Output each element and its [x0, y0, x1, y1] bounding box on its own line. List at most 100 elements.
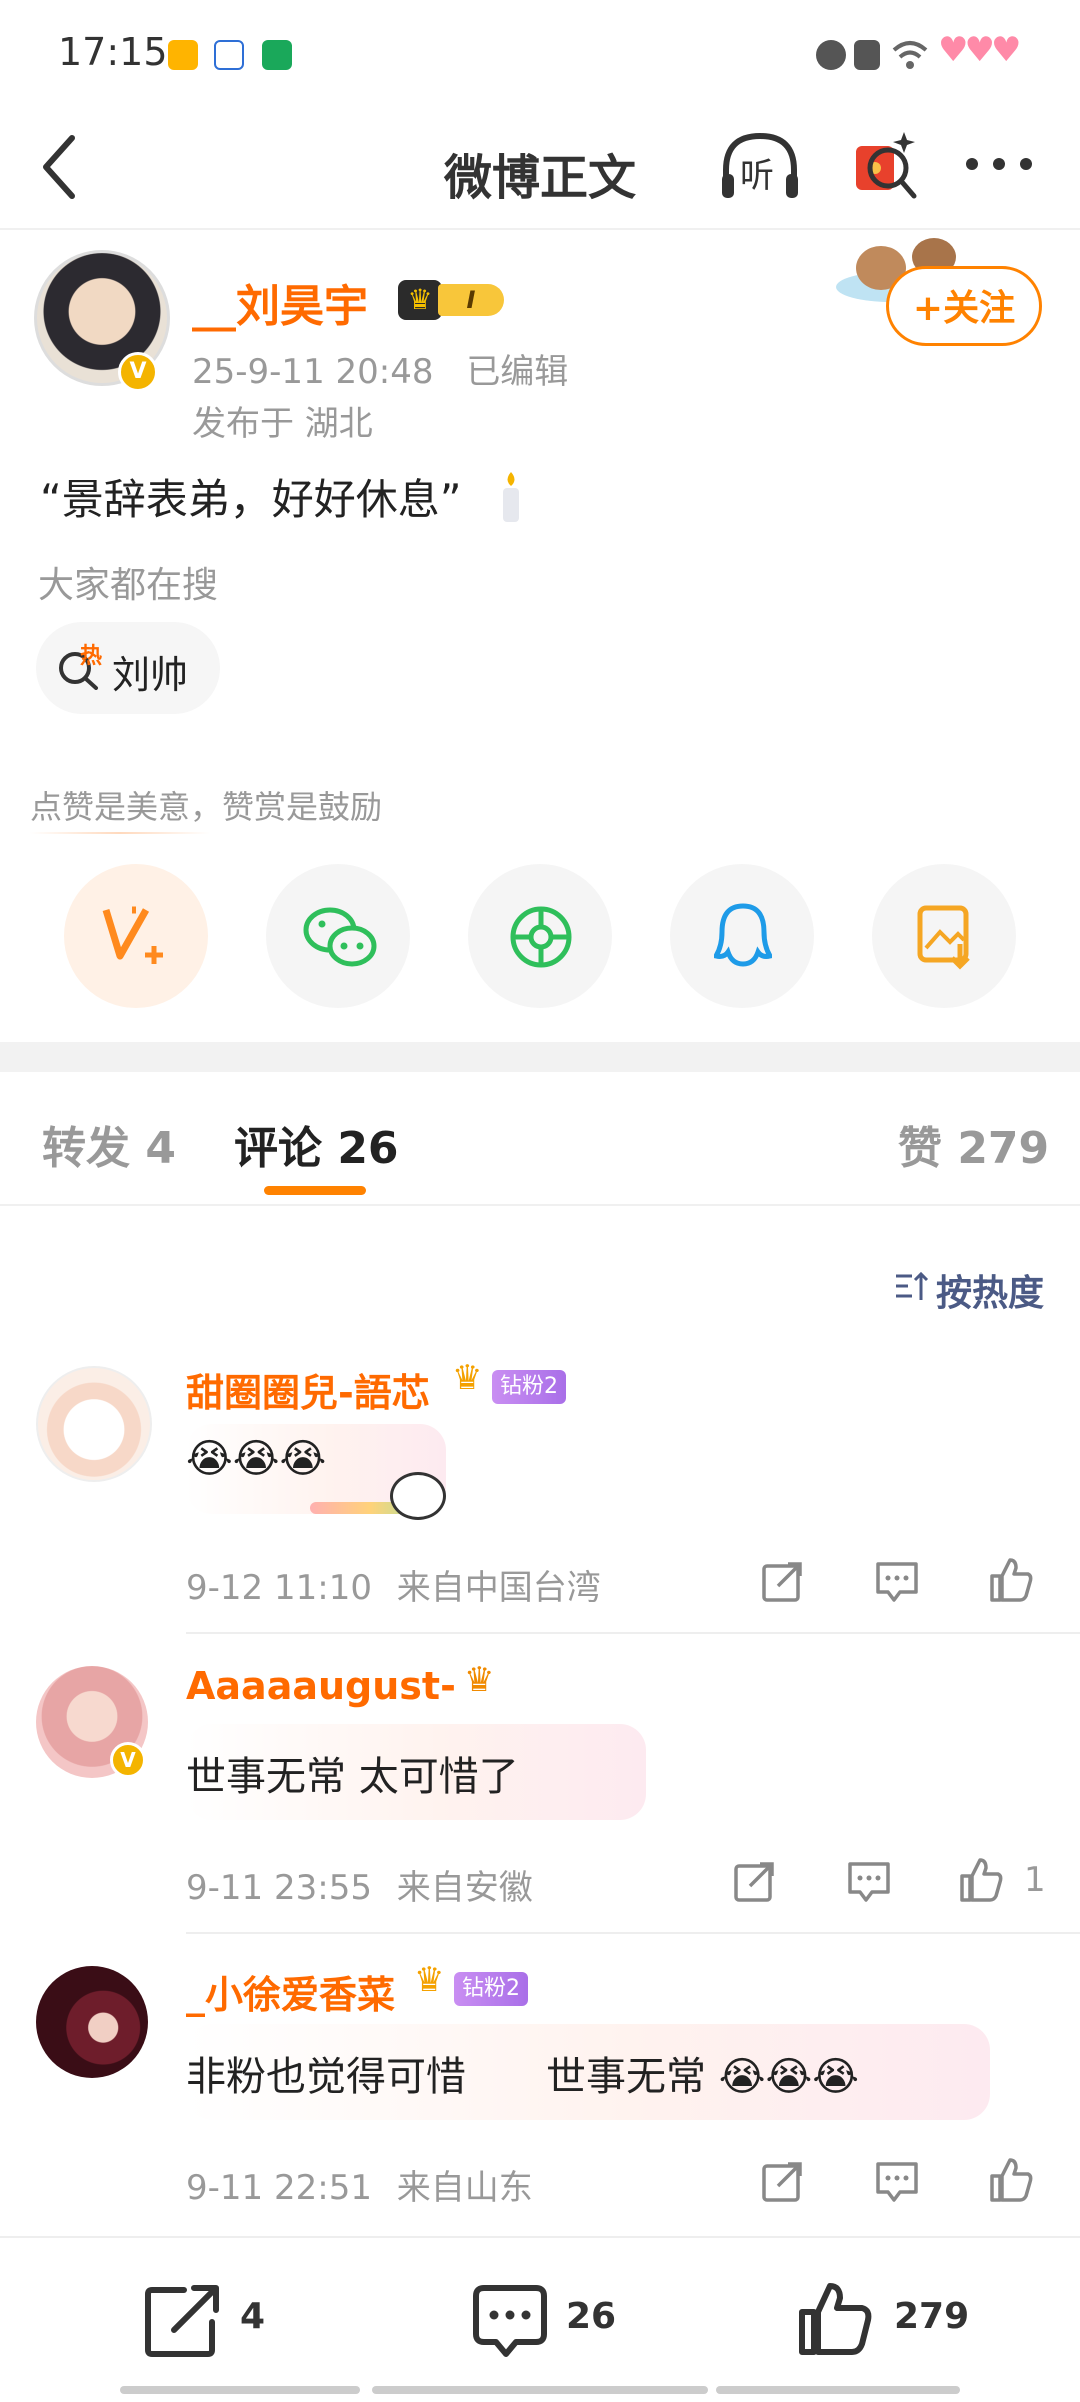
comment-time: 9-12 11:10 — [186, 1568, 372, 1608]
reward-icon — [102, 906, 163, 964]
home-indicator — [120, 2386, 360, 2394]
status-bar: 17:15 ♥♥♥ — [0, 0, 1080, 110]
sort-button[interactable]: 按热度 — [894, 1264, 1054, 1314]
crown-icon: ♛ — [452, 1358, 483, 1398]
crown-icon: ♛ — [414, 1960, 445, 2000]
listen-button[interactable]: 听 — [718, 130, 802, 202]
more-icon[interactable] — [964, 156, 1034, 172]
like-button[interactable]: 279 — [796, 2276, 976, 2362]
comment-username[interactable]: _小徐爱香菜 — [186, 1964, 395, 2019]
header: 微博正文 听 — [0, 110, 1080, 230]
status-time: 17:15 — [58, 30, 168, 74]
appreciation-text: 点赞是美意，赞赏是鼓励 — [30, 788, 383, 826]
comment-meta: 9-11 22:51 来自山东 — [186, 2160, 533, 2209]
bottom-action-bar: 4 26 279 — [0, 2236, 1080, 2402]
heart-battery-icon: ♥♥♥ — [938, 30, 1021, 70]
repost-icon[interactable] — [732, 1858, 778, 1904]
wifi-icon — [892, 41, 928, 69]
moments-icon — [510, 906, 572, 968]
repost-icon[interactable] — [760, 1558, 806, 1604]
reply-icon[interactable] — [874, 2158, 920, 2204]
fan-badge: 钻粉2 — [454, 1972, 528, 2006]
reward-button[interactable] — [64, 864, 208, 1008]
search-heading: 大家都在搜 — [38, 565, 219, 606]
repost-button[interactable]: 4 — [144, 2278, 284, 2362]
section-divider — [0, 1042, 1080, 1072]
like-icon[interactable] — [988, 1556, 1034, 1602]
save-image-button[interactable] — [872, 864, 1016, 1008]
hot-search-icon: 热 — [58, 644, 102, 690]
post-text: “景辞表弟，好好休息” — [40, 475, 462, 524]
comment-meta: 9-11 23:55 来自安徽 — [186, 1860, 533, 1909]
wechat-icon — [303, 907, 377, 967]
crown-icon: ♛ — [398, 280, 442, 320]
comment-separator — [186, 1632, 1080, 1634]
sort-icon — [896, 1271, 929, 1300]
news-icon — [262, 40, 292, 70]
repost-count: 4 — [240, 2296, 266, 2337]
comment-separator — [186, 1932, 1080, 1934]
home-indicator — [372, 2386, 708, 2394]
repost-icon — [145, 2285, 219, 2357]
comment-text: 非粉也觉得可惜 世事无常 😭😭😭 — [186, 2054, 859, 2100]
comment-icon — [473, 2285, 547, 2357]
verified-badge-icon: V — [110, 1742, 146, 1778]
comment-count: 26 — [566, 2296, 617, 2337]
comment-source: 来自安徽 — [396, 1868, 533, 1908]
share-qq-button[interactable] — [670, 864, 814, 1008]
comment-meta: 9-12 11:10 来自中国台湾 — [186, 1560, 601, 1609]
author-name[interactable]: __刘昊宇 — [192, 270, 368, 334]
like-icon[interactable] — [958, 1856, 1004, 1902]
tab-active-indicator — [264, 1186, 366, 1195]
comment-button[interactable]: 26 — [470, 2278, 630, 2362]
qq-icon — [714, 903, 772, 967]
edited-label: 已编辑 — [466, 352, 569, 392]
tab-repost[interactable]: 转发 4 — [42, 1112, 176, 1176]
tab-likes[interactable]: 赞 279 — [898, 1112, 1049, 1176]
sort-label: 按热度 — [936, 1273, 1045, 1314]
comment-like-count: 1 — [1024, 1860, 1046, 1900]
tab-bar: 转发 4 评论 26 赞 279 — [0, 1072, 1080, 1206]
fan-badge: 钻粉2 — [492, 1370, 566, 1404]
reply-icon[interactable] — [874, 1558, 920, 1604]
share-wechat-button[interactable] — [266, 864, 410, 1008]
red-packet-search-icon[interactable] — [850, 128, 920, 204]
comment-avatar[interactable] — [36, 1966, 148, 2078]
tab-comments[interactable]: 评论 26 — [234, 1112, 399, 1176]
comment-source: 来自中国台湾 — [396, 1568, 601, 1608]
post-time: 25-9-11 20:48 — [192, 352, 434, 392]
comment-text: 世事无常 太可惜了 — [186, 1754, 519, 1800]
post-meta: 25-9-11 20:48 已编辑 — [192, 344, 568, 393]
save-image-icon — [917, 905, 970, 970]
repost-icon[interactable] — [760, 2158, 806, 2204]
post-location: 发布于 湖北 — [192, 404, 373, 444]
like-icon — [799, 2283, 872, 2355]
like-count: 279 — [894, 2296, 970, 2337]
listen-label: 听 — [740, 156, 774, 196]
crown-icon: ♛ — [464, 1660, 495, 1700]
comment-time: 9-11 22:51 — [186, 2168, 372, 2208]
reply-icon[interactable] — [846, 1858, 892, 1904]
hot-label: 热 — [80, 644, 103, 669]
comment-username[interactable]: 甜圈圈兒-語芯 — [186, 1362, 430, 1417]
baidu-icon — [214, 40, 244, 70]
weibo-icon — [168, 40, 198, 70]
like-icon[interactable] — [988, 2156, 1034, 2202]
hot-search-label: 刘帅 — [112, 653, 189, 697]
share-moments-button[interactable] — [468, 864, 612, 1008]
comment-avatar[interactable] — [36, 1366, 152, 1482]
comment-username[interactable]: Aaaaaugust- — [186, 1664, 456, 1708]
candle-icon — [502, 471, 519, 522]
comment-source: 来自山东 — [396, 2168, 533, 2208]
home-indicator — [716, 2386, 960, 2394]
alarm-icon — [816, 40, 846, 70]
post-text-row: “景辞表弟，好好休息” — [40, 466, 524, 527]
level-label: I — [438, 284, 504, 316]
verified-badge-icon: V — [118, 352, 158, 392]
appreciation-underline — [30, 832, 210, 834]
follow-button[interactable]: +关注 — [886, 266, 1042, 346]
close-box-icon — [854, 40, 880, 70]
comment-time: 9-11 23:55 — [186, 1868, 372, 1908]
panda-sticker — [300, 1472, 460, 1528]
level-badge: ♛ I — [398, 278, 508, 322]
